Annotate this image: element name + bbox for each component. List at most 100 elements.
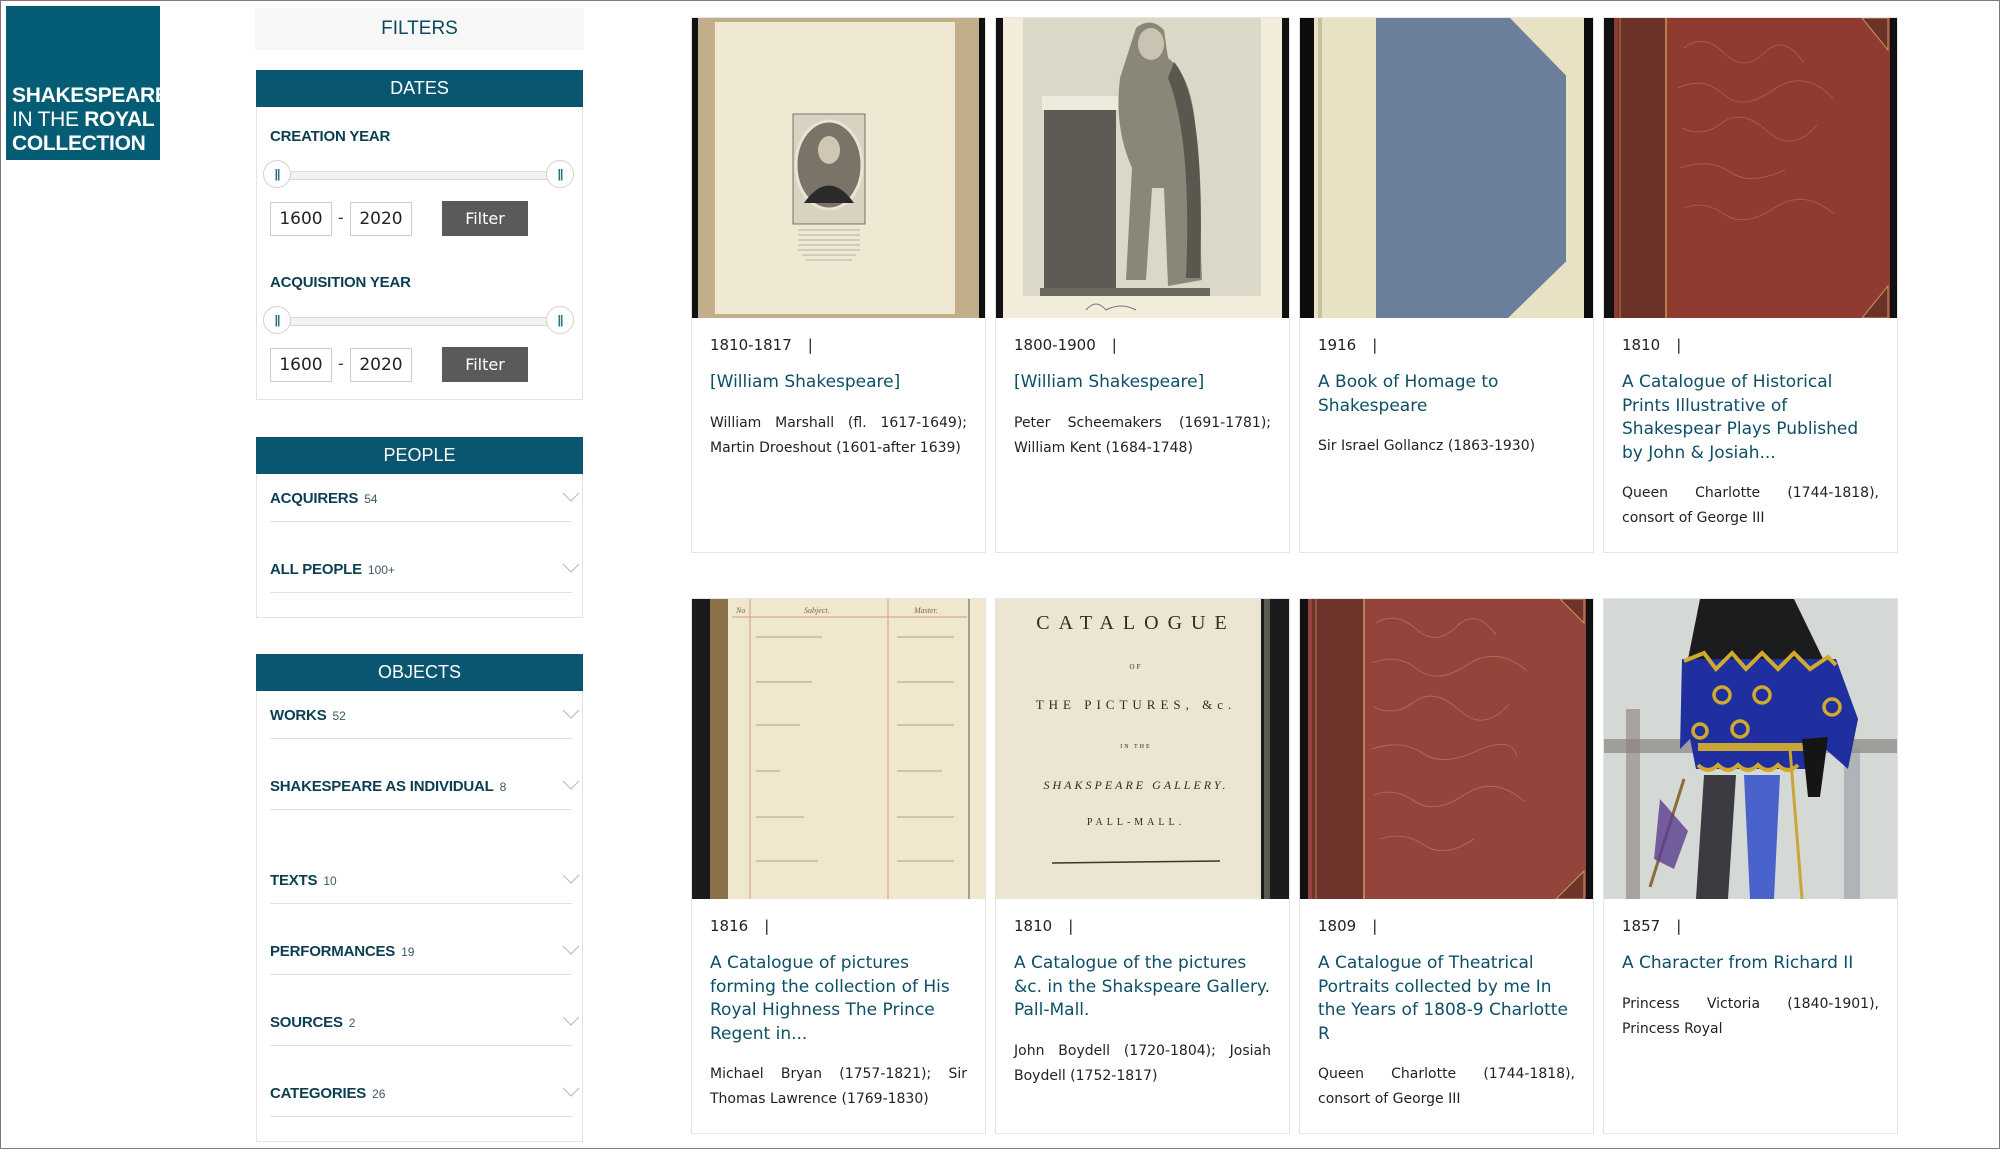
objects-panel: OBJECTS WORKS 52 SHAKESPEARE AS INDIVIDUA…	[256, 654, 583, 1142]
people-heading: PEOPLE	[256, 437, 583, 474]
card-title-link[interactable]: A Book of Homage to Shakespeare	[1318, 371, 1575, 418]
creation-year-label: CREATION YEAR	[270, 128, 391, 145]
card-title-link[interactable]: A Catalogue of Historical Prints Illustr…	[1622, 371, 1879, 465]
card-title-link[interactable]: A Catalogue of pictures forming the coll…	[710, 952, 967, 1046]
creation-year-to-input[interactable]	[350, 202, 412, 236]
card-date-separator: |	[1068, 917, 1074, 935]
svg-text:Master.: Master.	[913, 606, 938, 615]
manuscript-ledger-thumbnail[interactable]: No Subject. Master.	[692, 599, 985, 899]
title-page-line-5: SHAKSPEARE GALLERY.	[1043, 778, 1228, 792]
chevron-down-icon[interactable]	[562, 1087, 580, 1097]
creation-year-from-input[interactable]	[270, 202, 332, 236]
card-date-value: 1800-1900	[1014, 336, 1096, 354]
logo-line-2-bold: ROYAL	[84, 108, 155, 131]
result-card[interactable]: No Subject. Master. 1816 | A Catalogue of p…	[691, 598, 986, 1134]
acquisition-year-from-input[interactable]	[270, 348, 332, 382]
filter-count: 2	[348, 1016, 356, 1030]
card-people: John Boydell (1720-1804); Josiah Boydell…	[1014, 1042, 1271, 1084]
slider-handle-min[interactable]: ||	[263, 306, 291, 334]
title-page-line-6: PALL-MALL.	[1087, 817, 1185, 828]
chevron-down-icon[interactable]	[562, 1016, 580, 1026]
result-card[interactable]: 1857 | A Character from Richard II Prince…	[1603, 598, 1898, 1134]
chevron-down-icon[interactable]	[562, 874, 580, 884]
card-date-value: 1816	[710, 917, 749, 935]
card-date-value: 1810	[1622, 336, 1661, 354]
site-logo[interactable]: SHAKESPEARE IN THE ROYAL COLLECTION	[6, 6, 169, 160]
result-card[interactable]: 1800-1900 | [William Shakespeare] Peter S…	[995, 17, 1290, 553]
acquisition-year-filter-button[interactable]: Filter	[442, 347, 528, 382]
card-date: 1809 |	[1318, 917, 1575, 937]
chevron-down-icon[interactable]	[562, 945, 580, 955]
filter-label-text: WORKS	[270, 707, 327, 724]
watercolour-figure-thumbnail[interactable]	[1604, 599, 1897, 899]
logo-line-1: SHAKESPEARE	[12, 84, 169, 107]
statue-engraving-thumbnail[interactable]	[996, 18, 1289, 318]
result-card[interactable]: 1809 | A Catalogue of Theatrical Portrait…	[1299, 598, 1594, 1134]
filter-texts[interactable]: TEXTS 10	[270, 860, 580, 904]
slider-handle-min[interactable]: ||	[263, 160, 291, 188]
card-date: 1800-1900 |	[1014, 336, 1271, 356]
card-date: 1857 |	[1622, 917, 1879, 937]
slider-track[interactable]	[277, 317, 560, 326]
title-page-line-3: THE PICTURES, &c.	[1036, 697, 1237, 712]
slider-handle-max[interactable]: ||	[546, 160, 574, 188]
card-date-separator: |	[764, 917, 770, 935]
filter-count: 19	[401, 945, 415, 959]
creation-year-slider[interactable]: || ||	[263, 160, 574, 190]
chevron-down-icon[interactable]	[562, 492, 580, 502]
card-people: Queen Charlotte (1744-1818), consort of …	[1622, 485, 1879, 526]
chevron-down-icon[interactable]	[562, 709, 580, 719]
card-people: Michael Bryan (1757-1821); Sir Thomas La…	[710, 1066, 967, 1107]
card-title-link[interactable]: [William Shakespeare]	[710, 371, 967, 395]
slider-track[interactable]	[277, 171, 560, 180]
acquisition-year-slider[interactable]: || ||	[263, 306, 574, 336]
range-separator: -	[338, 208, 344, 227]
chevron-down-icon[interactable]	[562, 563, 580, 573]
filter-performances[interactable]: PERFORMANCES 19	[270, 931, 580, 975]
slider-handle-max[interactable]: ||	[546, 306, 574, 334]
result-card[interactable]: 1810 | A Catalogue of Historical Prints I…	[1603, 17, 1898, 553]
filter-label-text: PERFORMANCES	[270, 943, 396, 960]
filter-categories[interactable]: CATEGORIES 26	[270, 1073, 580, 1117]
filter-label-text: SOURCES	[270, 1014, 343, 1031]
card-date: 1810 |	[1622, 336, 1879, 356]
filter-label: SOURCES 2	[270, 1014, 355, 1031]
filter-works[interactable]: WORKS 52	[270, 695, 580, 739]
card-date-separator: |	[1372, 917, 1378, 935]
card-date-separator: |	[1676, 917, 1682, 935]
filter-all-people[interactable]: ALL PEOPLE 100+	[270, 549, 580, 593]
title-page-line-4: IN THE	[1120, 744, 1151, 750]
card-date-separator: |	[1676, 336, 1682, 354]
blue-book-cover-thumbnail[interactable]	[1300, 18, 1593, 318]
title-page-thumbnail[interactable]: CATALOGUE OF THE PICTURES, &c. IN THE SH…	[996, 599, 1289, 899]
filter-count: 54	[364, 492, 378, 506]
card-people: Sir Israel Gollancz (1863-1930)	[1318, 438, 1536, 454]
card-date-value: 1857	[1622, 917, 1661, 935]
card-date: 1810 |	[1014, 917, 1271, 937]
red-book-cover-thumbnail[interactable]	[1604, 18, 1897, 318]
card-date-value: 1809	[1318, 917, 1357, 935]
chevron-down-icon[interactable]	[562, 780, 580, 790]
card-title-link[interactable]: A Catalogue of the pictures &c. in the S…	[1014, 952, 1271, 1023]
filter-shakespeare-as-individual[interactable]: SHAKESPEARE AS INDIVIDUAL 8	[270, 766, 580, 810]
result-card[interactable]: CATALOGUE OF THE PICTURES, &c. IN THE SH…	[995, 598, 1290, 1134]
filter-sources[interactable]: SOURCES 2	[270, 1002, 580, 1046]
filter-label: ALL PEOPLE 100+	[270, 561, 395, 578]
creation-year-filter-button[interactable]: Filter	[442, 201, 528, 236]
filter-label-text: SHAKESPEARE AS INDIVIDUAL	[270, 778, 494, 795]
acquisition-year-to-input[interactable]	[350, 348, 412, 382]
card-title-link[interactable]: A Character from Richard II	[1622, 952, 1879, 976]
filter-label: SHAKESPEARE AS INDIVIDUAL 8	[270, 778, 506, 795]
result-card[interactable]: 1810-1817 | [William Shakespeare] William…	[691, 17, 986, 553]
dates-panel: DATES CREATION YEAR || || - Filter ACQUI…	[256, 70, 583, 400]
title-page-line-1: CATALOGUE	[1036, 612, 1235, 634]
engraved-portrait-thumbnail[interactable]	[692, 18, 985, 318]
filter-acquirers[interactable]: ACQUIRERS 54	[270, 478, 580, 522]
red-book-cover-thumbnail[interactable]	[1300, 599, 1593, 899]
filter-label-text: ACQUIRERS	[270, 490, 359, 507]
filter-label-text: ALL PEOPLE	[270, 561, 362, 578]
result-card[interactable]: 1916 | A Book of Homage to Shakespeare Si…	[1299, 17, 1594, 553]
range-separator: -	[338, 354, 344, 373]
card-title-link[interactable]: A Catalogue of Theatrical Portraits coll…	[1318, 952, 1575, 1046]
card-title-link[interactable]: [William Shakespeare]	[1014, 371, 1271, 395]
